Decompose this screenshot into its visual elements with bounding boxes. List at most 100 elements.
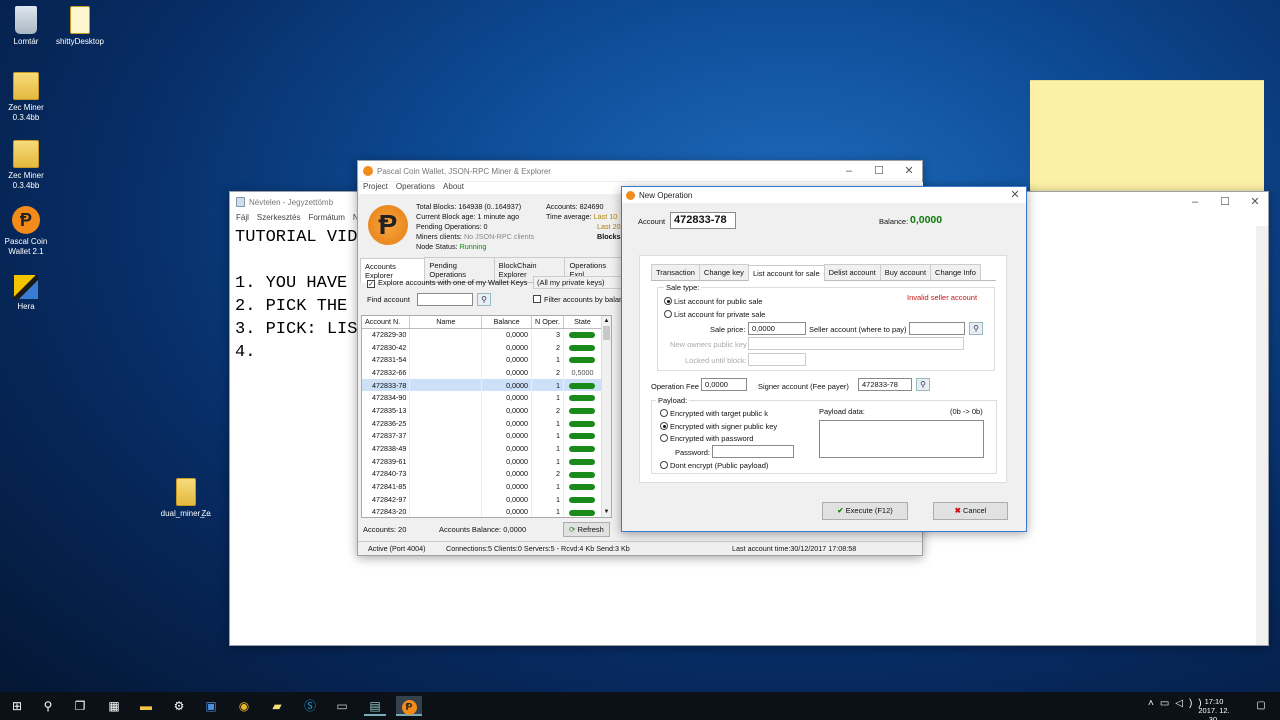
maximize-button[interactable]: ☐	[1210, 192, 1240, 212]
tab-list-account-for-sale[interactable]: List account for sale	[747, 265, 825, 281]
private-keys-select[interactable]: (All my private keys)	[533, 276, 623, 289]
radio-private-sale[interactable]: List account for private sale	[664, 310, 765, 319]
table-row[interactable]: 472829-30 0,0000 3	[362, 328, 603, 341]
cell-ops: 1	[531, 442, 564, 455]
scroll-up-icon[interactable]: ▲	[602, 316, 611, 326]
notification-icon[interactable]: ▢	[1250, 696, 1272, 716]
tab-transaction[interactable]: Transaction	[651, 264, 700, 280]
menu-operations[interactable]: Operations	[392, 182, 439, 194]
grid-scrollbar[interactable]: ▲ ▼	[601, 316, 611, 517]
tab-change-info[interactable]: Change Info	[930, 264, 981, 280]
skype-icon[interactable]: Ⓢ	[299, 696, 321, 716]
col-account[interactable]: Account N.	[362, 316, 411, 329]
search-icon[interactable]: ⚲	[916, 378, 930, 391]
calculator-icon[interactable]: ▦	[103, 696, 125, 716]
desktop-icon-recycle-bin[interactable]: Lomtár	[0, 6, 56, 47]
menu-edit[interactable]: Szerkesztés	[253, 213, 305, 222]
table-row[interactable]: 472838-49 0,0000 1	[362, 442, 603, 455]
sale-price-input[interactable]: 0,0000	[748, 322, 806, 335]
find-account-input[interactable]	[417, 293, 473, 306]
minimize-button[interactable]: –	[1180, 192, 1210, 212]
close-button[interactable]: ✕	[894, 161, 924, 181]
desktop-icon-zec-miner-1[interactable]: Zec Miner 0.3.4bb	[0, 72, 56, 123]
signer-account-input[interactable]: 472833-78	[858, 378, 912, 391]
radio-encrypt-signer[interactable]: Encrypted with signer public key	[660, 422, 777, 431]
locked-until-input[interactable]	[748, 353, 806, 366]
minimize-button[interactable]: –	[834, 161, 864, 181]
radio-no-encrypt[interactable]: Dont encrypt (Public payload)	[660, 461, 768, 470]
cancel-button[interactable]: ✖ Cancel	[933, 502, 1008, 520]
table-row[interactable]: 472833-78 0,0000 1	[362, 378, 603, 392]
file-explorer-icon[interactable]: ▬	[135, 696, 157, 716]
new-owner-key-label: New owners public key	[670, 340, 747, 349]
desktop-icon-pascal-wallet[interactable]: Ᵽ Pascal Coin Wallet 2.1	[0, 206, 56, 257]
close-button[interactable]: ✕	[1002, 185, 1028, 205]
table-row[interactable]: 472842-97 0,0000 1	[362, 492, 603, 506]
col-n-oper[interactable]: N Oper.	[531, 316, 564, 329]
table-row[interactable]: 472835-13 0,0000 2	[362, 404, 603, 417]
desktop-icon-shittydesktop[interactable]: shittyDesktop	[50, 6, 110, 47]
radio-public-sale[interactable]: List account for public sale	[664, 297, 762, 306]
scroll-down-icon[interactable]: ▼	[602, 507, 611, 517]
state-indicator-icon	[569, 395, 596, 402]
windows-start-icon[interactable]: ⊞	[6, 696, 28, 716]
maximize-button[interactable]: ☐	[864, 161, 894, 181]
col-state[interactable]: State	[563, 316, 603, 329]
explore-keys-checkbox[interactable]: ✓ Explore accounts with one of my Wallet …	[367, 278, 527, 288]
time-average-value: Last 10	[593, 212, 618, 221]
new-owner-key-input[interactable]	[748, 337, 964, 350]
table-row[interactable]: 472830-42 0,0000 2	[362, 340, 603, 354]
settings-icon[interactable]: ⚙	[168, 696, 190, 716]
table-row[interactable]: 472839-61 0,0000 1	[362, 454, 603, 468]
cell-ops: 2	[531, 467, 564, 481]
table-row[interactable]: 472840-73 0,0000 2	[362, 467, 603, 481]
menu-format[interactable]: Formátum	[304, 213, 348, 222]
desktop-icon-hera[interactable]: Hera	[0, 275, 56, 312]
table-row[interactable]: 472841-85 0,0000 1	[362, 480, 603, 493]
search-icon[interactable]: ⚲	[969, 322, 983, 335]
new-operation-dialog: New Operation ✕ Account 472833-78 Balanc…	[621, 186, 1027, 532]
menu-about[interactable]: About	[439, 182, 468, 194]
radio-encrypt-target[interactable]: Encrypted with target public k	[660, 409, 768, 418]
tab-change-key[interactable]: Change key	[698, 264, 749, 280]
operation-fee-input[interactable]: 0,0000	[701, 378, 747, 391]
menu-project[interactable]: Project	[359, 182, 392, 194]
terminal-icon[interactable]: ▭	[331, 696, 353, 716]
tab-delist-account[interactable]: Delist account	[823, 264, 881, 280]
desktop-icon-zec-miner-2[interactable]: Zec Miner 0.3.4bb	[0, 140, 56, 191]
menu-file[interactable]: Fájl	[232, 213, 253, 222]
table-row[interactable]: 472832-66 0,0000 2 0,5000	[362, 366, 603, 379]
sticky-note[interactable]	[1030, 80, 1264, 192]
notepad-scrollbar[interactable]	[1256, 226, 1268, 645]
close-button[interactable]: ✕	[1240, 192, 1270, 212]
refresh-button[interactable]: ⟳ Refresh	[563, 522, 610, 537]
seller-account-input[interactable]	[909, 322, 965, 335]
cell-balance: 0,0000	[481, 378, 533, 392]
table-row[interactable]: 472831-54 0,0000 1	[362, 353, 603, 367]
chrome-icon[interactable]: ◉	[233, 696, 255, 716]
dialog-titlebar[interactable]: New Operation	[622, 187, 1026, 203]
notepad-icon[interactable]: ▤	[364, 696, 386, 716]
save-icon[interactable]: ▣	[200, 696, 222, 716]
password-input[interactable]	[712, 445, 794, 458]
filter-balance-checkbox[interactable]: Filter accounts by balanc	[533, 295, 623, 304]
clock[interactable]: 17:10 2017. 12. 30.	[1194, 697, 1234, 720]
search-icon[interactable]: ⚲	[37, 696, 59, 716]
payload-data-textarea[interactable]	[819, 420, 984, 458]
pascal-coin-icon[interactable]: Ᵽ	[396, 696, 422, 716]
sticky-notes-icon[interactable]: ▰	[266, 696, 288, 716]
execute-button[interactable]: ✔ Execute (F12)	[822, 502, 908, 520]
desktop-icon-label: Zec Miner 0.3.4bb	[8, 103, 44, 122]
col-name[interactable]: Name	[409, 316, 483, 329]
search-icon[interactable]: ⚲	[477, 293, 491, 306]
table-row[interactable]: 472843-20 0,0000 1	[362, 505, 603, 517]
table-row[interactable]: 472837-37 0,0000 1	[362, 429, 603, 443]
col-balance[interactable]: Balance	[481, 316, 533, 329]
desktop-icon-ze[interactable]: Ze	[196, 509, 216, 519]
table-row[interactable]: 472836-25 0,0000 1	[362, 416, 603, 430]
tab-buy-account[interactable]: Buy account	[879, 264, 932, 280]
refresh-icon: ⟳	[569, 525, 576, 534]
task-view-icon[interactable]: ❐	[69, 696, 91, 716]
radio-encrypt-password[interactable]: Encrypted with password	[660, 434, 753, 443]
table-row[interactable]: 472834-90 0,0000 1	[362, 391, 603, 405]
